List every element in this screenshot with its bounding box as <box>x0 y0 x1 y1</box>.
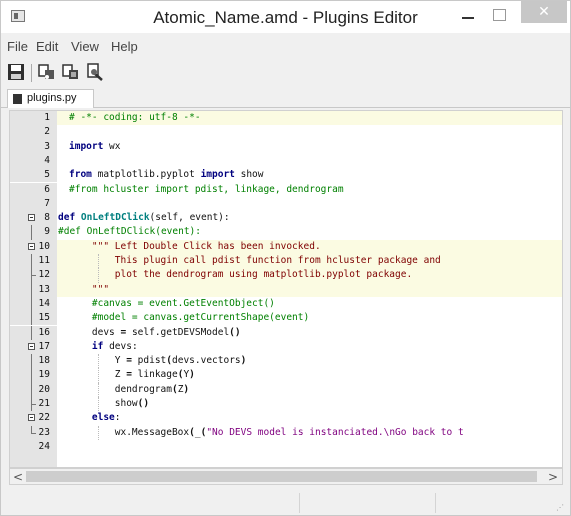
menu-edit[interactable]: Edit <box>36 39 58 54</box>
code-text: if devs: <box>91 340 138 352</box>
paste-icon[interactable] <box>62 63 82 83</box>
code-line: 15 #model = canvas.getCurrentShape(event… <box>10 311 562 326</box>
code-line: 17 if devs: <box>10 339 562 355</box>
maximize-icon[interactable] <box>487 4 513 26</box>
close-icon[interactable]: ✕ <box>521 1 567 23</box>
code-line <box>10 454 562 467</box>
code-text: else: <box>91 412 121 424</box>
plugins-editor-window: Atomic_Name.amd - Plugins Editor ✕ File … <box>0 0 571 516</box>
code-line: 5 from matplotlib.pyplot import show <box>10 168 562 183</box>
tools-icon[interactable] <box>86 63 106 83</box>
code-line: 11 This plugin call pdist function from … <box>10 254 562 269</box>
horizontal-scrollbar[interactable]: < > <box>9 468 563 485</box>
code-text: """ <box>69 283 110 295</box>
code-text: wx.MessageBox(_("No DEVS model is instan… <box>69 426 464 438</box>
scroll-left-icon[interactable]: < <box>13 470 23 484</box>
code-text: This plugin call pdist function from hcl… <box>69 255 441 266</box>
code-line: 1 # -*- coding: utf-8 -*- <box>10 111 562 126</box>
code-line: 16 devs = self.getDEVSModel() <box>10 325 562 340</box>
code-line: 19 Z = linkage(Y) <box>10 368 562 383</box>
code-line: 4 <box>10 153 562 169</box>
tab-plugins-py[interactable]: plugins.py <box>7 89 94 108</box>
fold-toggle-icon[interactable] <box>28 414 35 422</box>
code-line: 10 """ Left Double Click has been invock… <box>10 239 562 254</box>
code-text: #from hcluster import pdist, linkage, de… <box>69 183 344 195</box>
scroll-right-icon[interactable]: > <box>548 470 558 484</box>
code-text: from matplotlib.pyplot import show <box>69 169 264 181</box>
status-divider <box>299 493 300 513</box>
code-text: Z = linkage(Y) <box>69 369 195 381</box>
code-text: #def OnLeftDClick(event): <box>58 226 201 238</box>
title-bar[interactable]: Atomic_Name.amd - Plugins Editor ✕ <box>1 1 570 33</box>
code-line: 8 def OnLeftDClick(self, event): <box>10 211 562 226</box>
menu-view[interactable]: View <box>71 39 99 54</box>
toolbar-divider <box>31 64 32 82</box>
code-text: dendrogram(Z) <box>69 383 190 395</box>
code-line: 22 else: <box>10 411 562 426</box>
fold-toggle-icon[interactable] <box>28 214 35 222</box>
scrollbar-thumb[interactable] <box>26 471 537 482</box>
minimize-icon[interactable] <box>456 4 482 26</box>
code-text: #model = canvas.getCurrentShape(event) <box>69 312 310 324</box>
code-line: 7 <box>10 196 562 212</box>
file-icon <box>13 94 22 104</box>
code-line: 6 #from hcluster import pdist, linkage, … <box>10 182 562 197</box>
code-line: 20 dendrogram(Z) <box>10 382 562 397</box>
code-text: Y = pdist(devs.vectors) <box>69 355 247 367</box>
code-line: 12 plot the dendrogram using matplotlib.… <box>10 268 562 283</box>
code-text: show() <box>69 398 150 409</box>
code-text: """ Left Double Click has been invocked. <box>69 240 321 252</box>
menu-help[interactable]: Help <box>111 39 138 54</box>
code-editor[interactable]: 1 # -*- coding: utf-8 -*- 2 3 import wx … <box>9 110 563 468</box>
code-text: def OnLeftDClick(self, event): <box>58 212 230 224</box>
status-bar: ⋰ <box>1 491 570 515</box>
tab-label: plugins.py <box>27 92 77 104</box>
code-line: 9 #def OnLeftDClick(event): <box>10 225 562 240</box>
toolbar <box>1 61 570 87</box>
code-line: 3 import wx <box>10 139 562 154</box>
code-line: 2 <box>10 125 562 140</box>
fold-toggle-icon[interactable] <box>28 342 35 350</box>
code-text: import wx <box>69 140 121 152</box>
code-text: devs = self.getDEVSModel() <box>69 326 241 338</box>
save-icon[interactable] <box>7 63 27 83</box>
code-line: 21 show() <box>10 397 562 412</box>
code-line: 14 #canvas = event.GetEventObject() <box>10 296 562 312</box>
code-line: 23 wx.MessageBox(_("No DEVS model is ins… <box>10 425 562 440</box>
code-line: 13 """ <box>10 282 562 297</box>
cut-icon[interactable] <box>38 63 58 83</box>
tab-strip: plugins.py <box>1 89 570 108</box>
code-text: plot the dendrogram using matplotlib.pyp… <box>69 269 413 281</box>
code-text: #canvas = event.GetEventObject() <box>69 297 275 309</box>
resize-grip-icon[interactable]: ⋰ <box>556 503 564 512</box>
code-text: # -*- coding: utf-8 -*- <box>69 112 201 123</box>
menu-file[interactable]: File <box>7 39 28 54</box>
code-line: 18 Y = pdist(devs.vectors) <box>10 354 562 369</box>
code-line: 24 <box>10 439 562 455</box>
fold-toggle-icon[interactable] <box>28 242 35 250</box>
status-divider <box>435 493 436 513</box>
window-title: Atomic_Name.amd - Plugins Editor <box>153 8 418 27</box>
